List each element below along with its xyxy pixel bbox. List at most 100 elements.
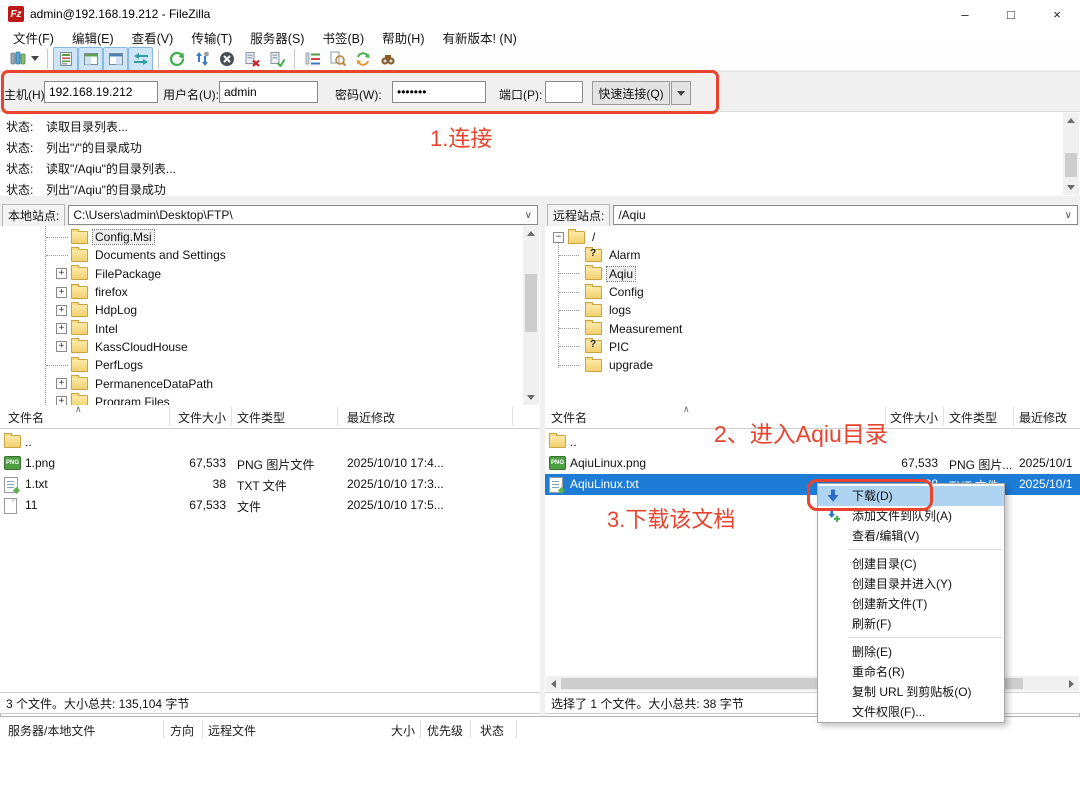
log-scrollbar[interactable]	[1063, 113, 1079, 195]
password-input[interactable]	[392, 81, 486, 103]
tree-item[interactable]: Alarm	[545, 246, 1080, 264]
tree-item[interactable]: logs	[545, 301, 1080, 319]
expand-icon[interactable]: +	[56, 287, 67, 298]
column-priority[interactable]: 优先级	[427, 722, 463, 739]
scroll-down-icon[interactable]	[1063, 180, 1079, 195]
file-row-updir[interactable]: ..	[0, 432, 540, 453]
quickconnect-dropdown-button[interactable]	[671, 81, 691, 105]
tree-item[interactable]: +Program Files	[0, 393, 540, 405]
column-direction[interactable]: 方向	[170, 722, 194, 739]
directory-comparison-icon[interactable]	[325, 47, 350, 71]
menu-item-refresh[interactable]: 刷新(F)	[818, 614, 1004, 634]
expand-icon[interactable]: +	[56, 305, 67, 316]
column-modified[interactable]: 最近修改	[347, 409, 395, 426]
tree-item[interactable]: +FilePackage	[0, 265, 540, 283]
file-row[interactable]: 11 67,533 文件 2025/10/10 17:5...	[0, 495, 540, 516]
column-modified[interactable]: 最近修改	[1019, 409, 1067, 426]
tree-item[interactable]: +HdpLog	[0, 301, 540, 319]
menu-item-add-to-queue[interactable]: 添加文件到队列(A)	[818, 506, 1004, 526]
menu-item-file-permissions[interactable]: 文件权限(F)...	[818, 702, 1004, 722]
expand-icon[interactable]: +	[56, 378, 67, 389]
menu-transfer[interactable]: 传输(T)	[182, 27, 241, 48]
column-status[interactable]: 状态	[480, 722, 504, 739]
tree-item[interactable]: Measurement	[545, 319, 1080, 337]
chevron-down-icon[interactable]: ∨	[1065, 210, 1077, 221]
tree-item[interactable]: Config.Msi	[0, 228, 540, 246]
menu-view[interactable]: 查看(V)	[123, 27, 183, 48]
scroll-up-icon[interactable]	[523, 226, 539, 241]
chevron-down-icon[interactable]: ∨	[525, 210, 537, 221]
column-filetype[interactable]: 文件类型	[949, 409, 997, 426]
expand-icon[interactable]: +	[56, 323, 67, 334]
filter-icon[interactable]	[300, 47, 325, 71]
menu-item-copy-url[interactable]: 复制 URL 到剪贴板(O)	[818, 682, 1004, 702]
port-input[interactable]	[545, 81, 583, 103]
column-remote-file[interactable]: 远程文件	[208, 722, 256, 739]
menu-item-download[interactable]: 下载(D)	[818, 486, 1004, 506]
tree-item[interactable]: PerfLogs	[0, 356, 540, 374]
scrollbar-thumb[interactable]	[1065, 153, 1077, 177]
tree-item[interactable]: Documents and Settings	[0, 246, 540, 264]
menu-item-rename[interactable]: 重命名(R)	[818, 662, 1004, 682]
menu-edit[interactable]: 编辑(E)	[63, 27, 123, 48]
host-input[interactable]	[44, 81, 158, 103]
column-filetype[interactable]: 文件类型	[237, 409, 285, 426]
tree-item[interactable]: Config	[545, 283, 1080, 301]
collapse-icon[interactable]: −	[553, 232, 564, 243]
scroll-left-icon[interactable]	[546, 676, 561, 691]
tree-item[interactable]: upgrade	[545, 356, 1080, 374]
menu-item-create-directory[interactable]: 创建目录(C)	[818, 554, 1004, 574]
process-queue-icon[interactable]	[189, 47, 214, 71]
minimize-button[interactable]: –	[942, 0, 988, 28]
tree-item[interactable]: Aqiu	[545, 265, 1080, 283]
toggle-transfer-queue-icon[interactable]	[128, 47, 153, 71]
tree-item[interactable]: +firefox	[0, 283, 540, 301]
file-row[interactable]: 1.txt 38 TXT 文件 2025/10/10 17:3...	[0, 474, 540, 495]
site-manager-dropdown-icon[interactable]	[31, 56, 39, 61]
tree-item-root[interactable]: −/	[545, 228, 1080, 246]
scrollbar-thumb[interactable]	[525, 274, 537, 332]
tree-item[interactable]: +KassCloudHouse	[0, 338, 540, 356]
column-server-local-file[interactable]: 服务器/本地文件	[8, 722, 95, 739]
local-site-combo[interactable]: C:\Users\admin\Desktop\FTP\ ∨	[68, 205, 538, 225]
expand-icon[interactable]: +	[56, 268, 67, 279]
column-filename[interactable]: 文件名	[8, 409, 44, 426]
tree-item[interactable]: +Intel	[0, 319, 540, 337]
scroll-down-icon[interactable]	[523, 390, 539, 405]
column-filesize[interactable]: 文件大小	[130, 409, 226, 426]
quickconnect-button[interactable]: 快速连接(Q)	[592, 81, 670, 105]
menu-item-create-new-file[interactable]: 创建新文件(T)	[818, 594, 1004, 614]
expand-icon[interactable]: +	[56, 341, 67, 352]
menu-new-version[interactable]: 有新版本! (N)	[433, 27, 525, 48]
column-filename[interactable]: 文件名	[551, 409, 587, 426]
file-row[interactable]: PNG 1.png 67,533 PNG 图片文件 2025/10/10 17:…	[0, 453, 540, 474]
menu-server[interactable]: 服务器(S)	[241, 27, 313, 48]
column-size[interactable]: 大小	[355, 722, 415, 739]
toggle-log-view-icon[interactable]	[53, 47, 78, 71]
local-tree-scrollbar[interactable]	[523, 226, 539, 405]
close-button[interactable]: ×	[1034, 0, 1080, 28]
expand-icon[interactable]: +	[56, 396, 67, 405]
maximize-button[interactable]: □	[988, 0, 1034, 28]
scroll-up-icon[interactable]	[1063, 113, 1079, 128]
refresh-icon[interactable]	[164, 47, 189, 71]
toggle-local-tree-icon[interactable]	[78, 47, 103, 71]
find-files-icon[interactable]	[375, 47, 400, 71]
reconnect-icon[interactable]	[264, 47, 289, 71]
tree-item[interactable]: PIC	[545, 338, 1080, 356]
remote-site-combo[interactable]: /Aqiu ∨	[613, 205, 1078, 225]
pane-splitter[interactable]	[540, 204, 545, 716]
scroll-right-icon[interactable]	[1064, 676, 1079, 691]
menu-item-delete[interactable]: 删除(E)	[818, 642, 1004, 662]
menu-help[interactable]: 帮助(H)	[373, 27, 433, 48]
cancel-operation-icon[interactable]	[214, 47, 239, 71]
menu-file[interactable]: 文件(F)	[4, 27, 63, 48]
site-manager-icon[interactable]	[5, 47, 30, 71]
menu-item-view-edit[interactable]: 查看/编辑(V)	[818, 526, 1004, 546]
synchronized-browsing-icon[interactable]	[350, 47, 375, 71]
menu-item-create-directory-enter[interactable]: 创建目录并进入(Y)	[818, 574, 1004, 594]
username-input[interactable]	[219, 81, 318, 103]
menu-bookmarks[interactable]: 书签(B)	[313, 27, 373, 48]
tree-item[interactable]: +PermanenceDataPath	[0, 374, 540, 392]
disconnect-icon[interactable]	[239, 47, 264, 71]
